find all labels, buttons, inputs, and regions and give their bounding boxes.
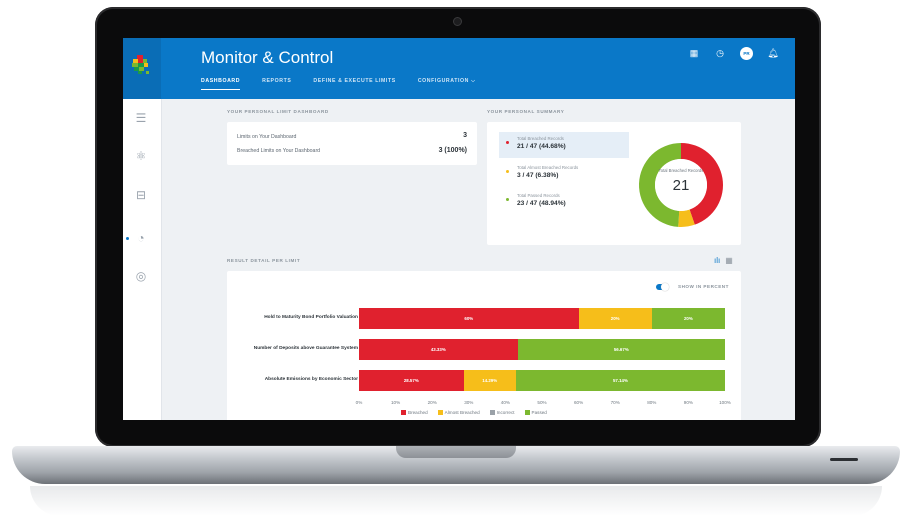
personal-summary-card: Total Breached Records 21 / 47 (44.68%) … xyxy=(487,122,741,245)
tab-define-execute-limits[interactable]: DEFINE & EXECUTE LIMITS xyxy=(313,78,395,90)
bell-icon[interactable]: 🔔︎ xyxy=(767,48,779,59)
legend-incorrect[interactable]: Incorrect xyxy=(489,410,515,415)
grid-icon[interactable]: ▦ xyxy=(688,48,700,59)
summary-passed-value: 23 / 47 (48.94%) xyxy=(517,200,566,207)
limit-dashboard-label: YOUR PERSONAL LIMIT DASHBOARD xyxy=(227,109,329,114)
bar-segment-passed[interactable]: 20% xyxy=(651,308,725,329)
gauge-icon[interactable]: ◔ xyxy=(134,231,148,245)
legend-breached[interactable]: Breached xyxy=(401,410,428,415)
app-header: Monitor & Control DASHBOARD REPORTS DEFI… xyxy=(123,38,795,99)
fingerprint-icon[interactable]: ◎ xyxy=(134,269,148,283)
webcam xyxy=(453,17,462,26)
limits-icon[interactable]: ⊟ xyxy=(134,188,148,202)
summary-almost-breached-value: 3 / 47 (6.38%) xyxy=(517,172,559,179)
limit-dashboard-card: Limits on Your Dashboard 3 Breached Limi… xyxy=(227,122,477,165)
x-tick-label: 0% xyxy=(355,400,363,405)
show-in-percent-label: SHOW IN PERCENT xyxy=(678,284,729,289)
legend-incorrect-label: Incorrect xyxy=(496,410,515,415)
percent-toggle[interactable] xyxy=(656,283,669,291)
sidebar: ☰ ⚛ ⊟ ◔ ◎ xyxy=(123,99,162,420)
clock-icon[interactable]: ◷ xyxy=(714,48,726,59)
main-nav: DASHBOARD REPORTS DEFINE & EXECUTE LIMIT… xyxy=(201,78,476,90)
limits-on-dashboard-value: 3 xyxy=(463,132,467,139)
result-detail-label: RESULT DETAIL PER LIMIT xyxy=(227,258,301,263)
bar-segment-passed[interactable]: 57.14% xyxy=(515,370,725,391)
screen: Monitor & Control DASHBOARD REPORTS DEFI… xyxy=(123,38,795,420)
x-tick-label: 20% xyxy=(427,400,437,405)
passed-dot xyxy=(506,198,509,201)
laptop-notch xyxy=(396,446,516,458)
legend-passed[interactable]: Passed xyxy=(524,410,547,415)
bar-segment-breached[interactable]: 43.33% xyxy=(359,339,518,360)
category-label-0: Hold to Maturity Bond Portfolio Valuatio… xyxy=(264,315,358,320)
flag-icon xyxy=(437,410,443,415)
summary-almost-breached[interactable]: Total Almost Breached Records 3 / 47 (6.… xyxy=(499,161,629,187)
x-tick-label: 60% xyxy=(573,400,584,405)
x-tick-label: 30% xyxy=(464,400,474,405)
logo-cell xyxy=(123,38,161,99)
chart-legend: Breached Almost Breached Incorrect Passe… xyxy=(401,410,547,415)
legend-almost-breached[interactable]: Almost Breached xyxy=(437,410,480,415)
flag-icon xyxy=(489,410,495,415)
x-tick-label: 40% xyxy=(500,400,510,405)
category-label-1: Number of Deposits above Guarantee Syste… xyxy=(253,346,358,351)
x-tick-label: 70% xyxy=(610,400,620,405)
flag-icon xyxy=(524,410,530,415)
category-label-2: Absolute Emissions by Economic Sector xyxy=(264,377,358,382)
table-icon[interactable]: ▦ xyxy=(725,256,733,265)
network-icon[interactable]: ⚛ xyxy=(134,149,148,163)
laptop-reflection xyxy=(30,486,882,516)
tab-configuration[interactable]: CONFIGURATION ⌵ xyxy=(418,78,476,90)
bar-segment-passed[interactable]: 56.67% xyxy=(517,339,725,360)
summary-breached-value: 21 / 47 (44.68%) xyxy=(517,143,566,150)
x-tick-label: 50% xyxy=(537,400,547,405)
header-icons: ▦ ◷ PR 🔔︎ xyxy=(688,47,779,60)
toggle-knob xyxy=(661,283,669,291)
summary-breached[interactable]: Total Breached Records 21 / 47 (44.68%) xyxy=(499,132,629,158)
tab-dashboard[interactable]: DASHBOARD xyxy=(201,78,241,90)
personal-summary-label: YOUR PERSONAL SUMMARY xyxy=(487,109,565,114)
x-tick-label: 80% xyxy=(647,400,657,405)
app-logo xyxy=(132,55,149,74)
donut-center-value: 21 xyxy=(672,177,690,194)
donut-center-label: Total Breached Records xyxy=(658,168,704,173)
bar-segment-almost-breached[interactable]: 20% xyxy=(578,308,652,329)
summary-breached-label: Total Breached Records xyxy=(517,136,564,141)
summary-almost-breached-label: Total Almost Breached Records xyxy=(517,165,579,170)
app-title: Monitor & Control xyxy=(201,48,334,67)
breached-dot xyxy=(506,141,509,144)
bar-segment-almost-breached[interactable]: 14.29% xyxy=(463,370,516,391)
x-tick-label: 10% xyxy=(390,400,401,405)
bar-segment-breached[interactable]: 28.57% xyxy=(359,370,464,391)
flag-icon xyxy=(401,410,406,415)
list-icon[interactable]: ☰ xyxy=(134,111,148,125)
legend-almost-breached-label: Almost Breached xyxy=(444,410,480,415)
summary-passed[interactable]: Total Passed Records 23 / 47 (48.94%) xyxy=(499,189,629,215)
laptop-foot xyxy=(830,458,858,461)
x-tick-label: 90% xyxy=(683,400,693,405)
avatar[interactable]: PR xyxy=(740,47,753,60)
legend-breached-label: Breached xyxy=(408,410,428,415)
chart-view-switch: ılı ▦ xyxy=(714,256,733,265)
summary-passed-label: Total Passed Records xyxy=(517,193,560,198)
bar-segment-breached[interactable]: 60% xyxy=(359,308,579,329)
legend-passed-label: Passed xyxy=(531,410,547,415)
breached-limits-label: Breached Limits on Your Dashboard xyxy=(237,148,321,154)
x-tick-label: 100% xyxy=(719,400,731,405)
bar-chart-icon[interactable]: ılı xyxy=(714,256,720,265)
almost-breached-dot xyxy=(506,170,509,173)
active-indicator xyxy=(126,237,129,240)
limits-on-dashboard-label: Limits on Your Dashboard xyxy=(237,134,297,140)
breached-limits-value: 3 (100%) xyxy=(438,147,467,154)
tab-reports[interactable]: REPORTS xyxy=(262,78,291,90)
